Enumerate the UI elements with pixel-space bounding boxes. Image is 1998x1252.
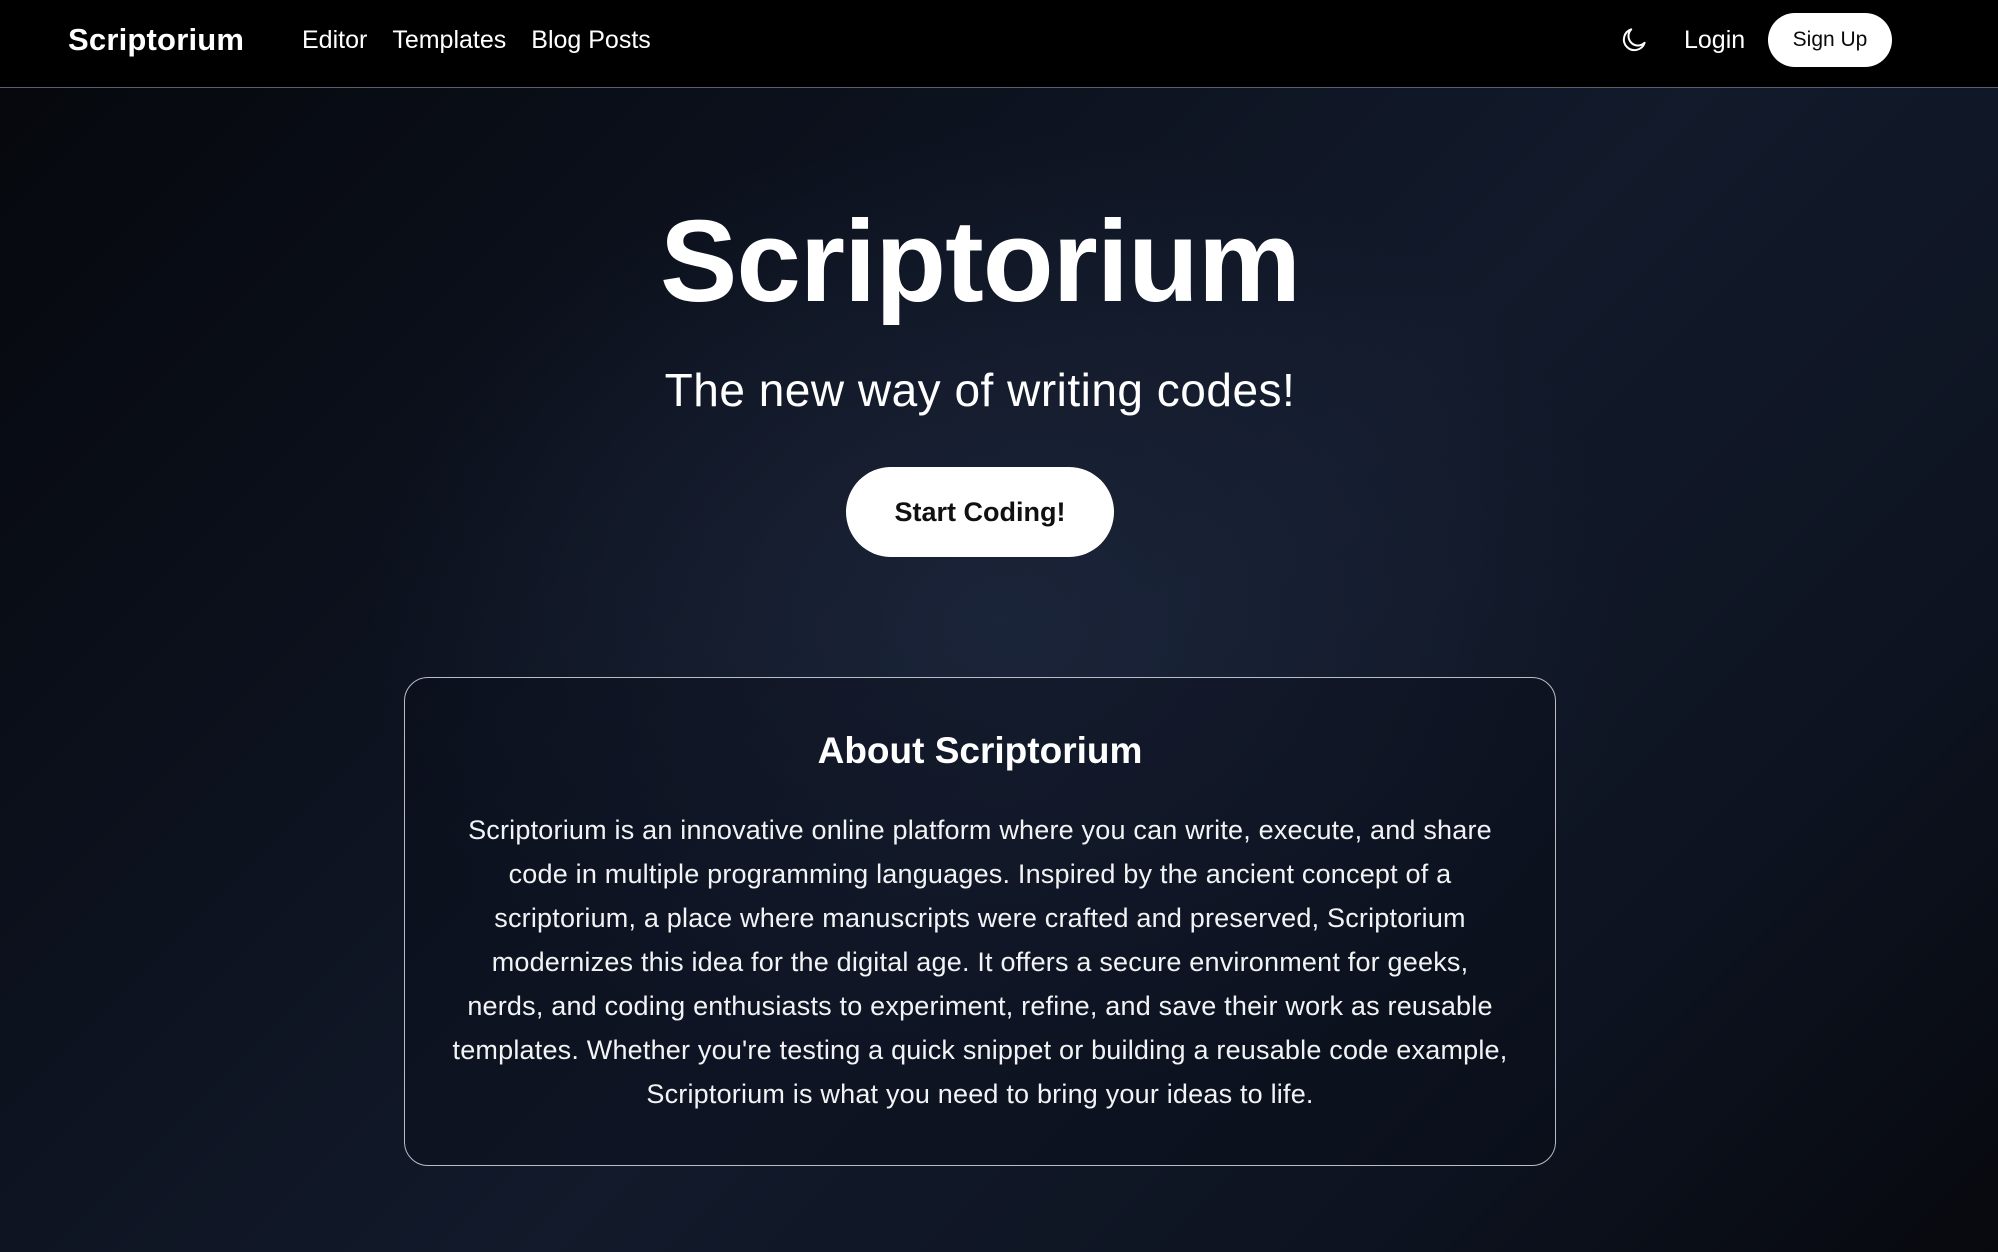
nav-link-editor[interactable]: Editor <box>302 22 367 58</box>
page: Scriptorium Editor Templates Blog Posts … <box>0 0 1998 1252</box>
sign-up-button[interactable]: Sign Up <box>1768 13 1892 67</box>
nav-links: Editor Templates Blog Posts <box>302 22 651 58</box>
about-card: About Scriptorium Scriptorium is an inno… <box>404 677 1556 1166</box>
start-coding-button[interactable]: Start Coding! <box>846 467 1114 557</box>
nav-link-templates[interactable]: Templates <box>392 22 506 58</box>
top-navbar: Scriptorium Editor Templates Blog Posts … <box>0 0 1998 88</box>
nav-link-blog-posts[interactable]: Blog Posts <box>531 22 651 58</box>
theme-toggle-button[interactable] <box>1616 22 1652 58</box>
about-description: Scriptorium is an innovative online plat… <box>452 815 1508 1109</box>
login-link[interactable]: Login <box>1684 22 1745 58</box>
about-title: About Scriptorium <box>817 730 1143 771</box>
moon-icon <box>1622 28 1646 52</box>
brand-logo[interactable]: Scriptorium <box>68 20 244 60</box>
hero-title: Scriptorium <box>660 196 1301 326</box>
hero-subtitle: The new way of writing codes! <box>664 364 1296 416</box>
